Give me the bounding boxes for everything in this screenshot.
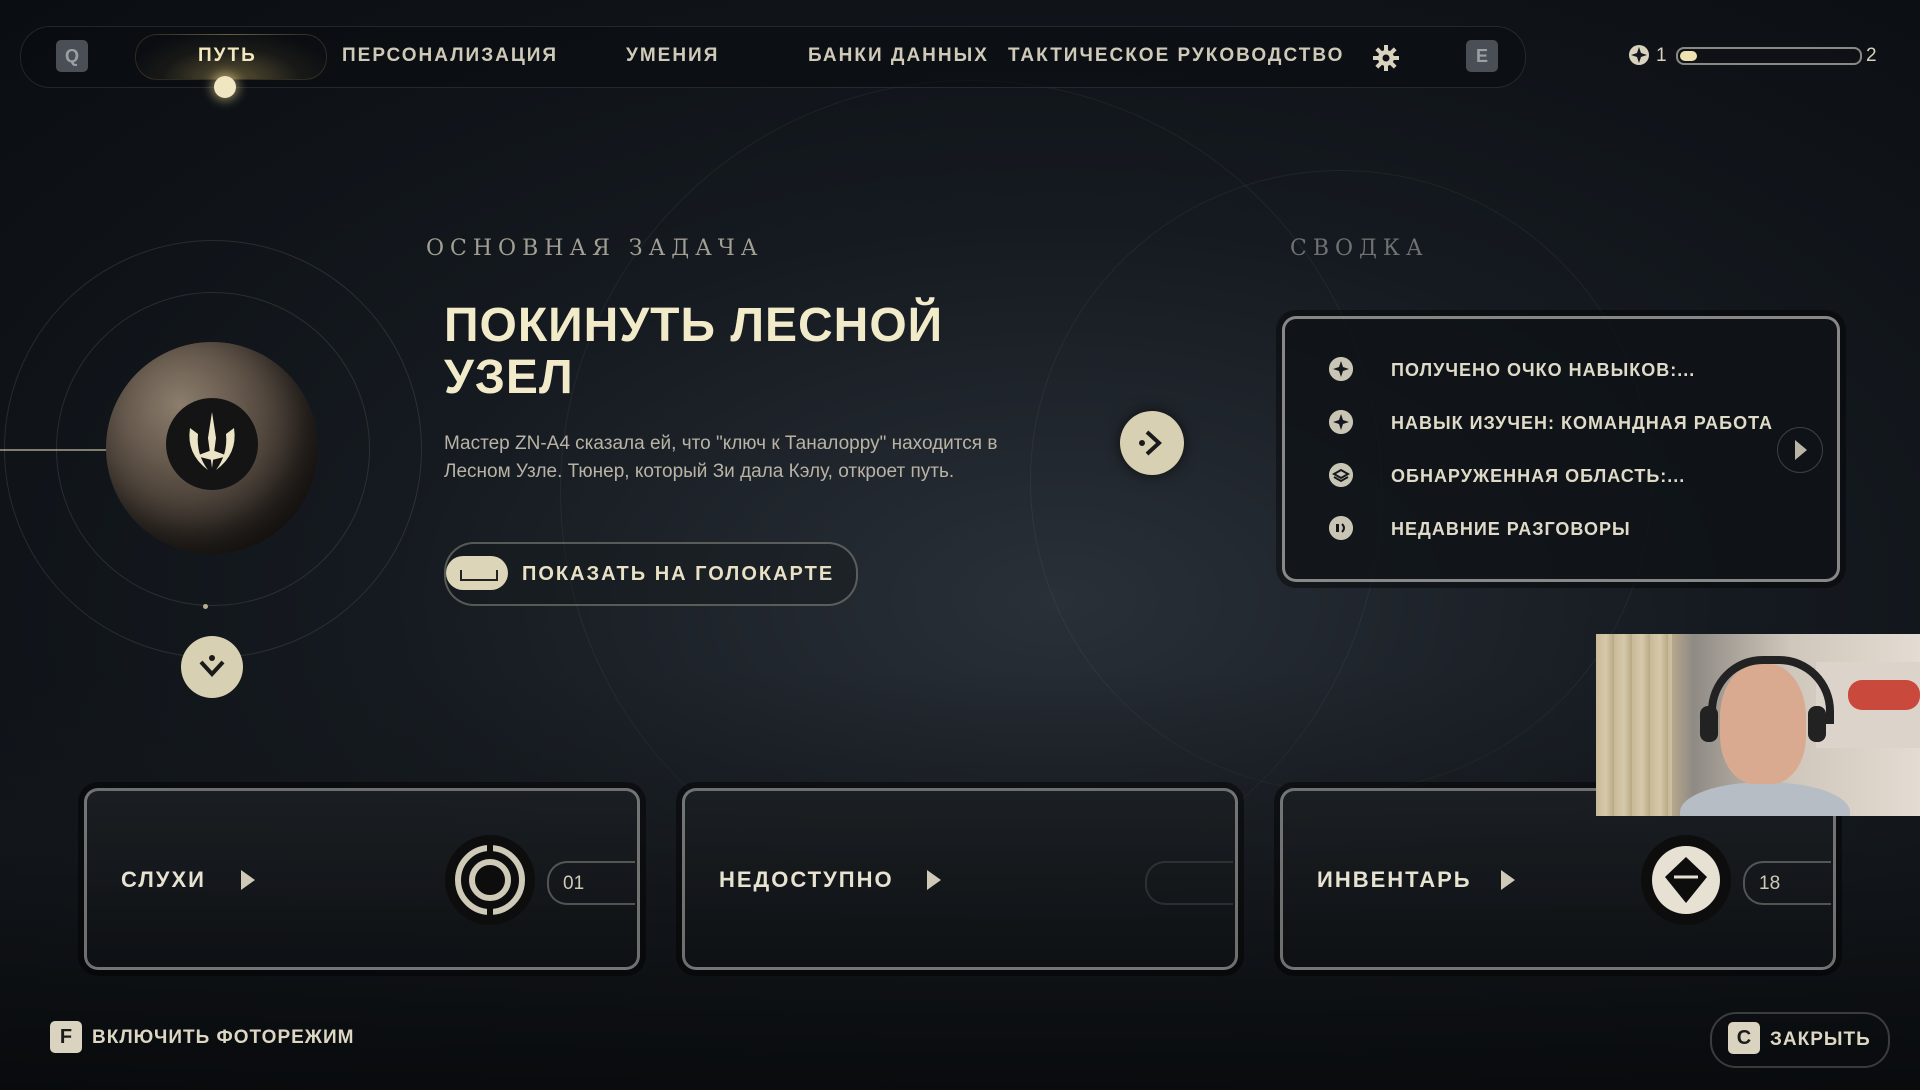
rumors-count: 01 [547, 861, 635, 905]
chevron-right-icon [1501, 870, 1515, 890]
card-title: НЕДОСТУПНО [719, 867, 894, 892]
inventory-count: 18 [1743, 861, 1831, 905]
skill-point-icon [1329, 357, 1353, 381]
objective-description: Мастер ZN-A4 сказала ей, что "ключ к Тан… [444, 433, 998, 482]
tab-databank[interactable]: БАНКИ ДАННЫХ [808, 45, 989, 67]
photo-mode-key[interactable]: F [50, 1021, 82, 1053]
level-next: 2 [1866, 45, 1877, 66]
unavailable-count [1145, 861, 1233, 905]
gear-icon[interactable] [1372, 44, 1400, 72]
inventory-gem-icon [1641, 835, 1731, 925]
active-tab-indicator [214, 76, 236, 98]
level-progress-bar [1676, 47, 1862, 65]
rumors-icon [445, 835, 535, 925]
chevron-right-icon [927, 870, 941, 890]
tab-tactical-guide[interactable]: ТАКТИЧЕСКОЕ РУКОВОДСТВО [1008, 45, 1344, 67]
chevron-down-icon [199, 655, 225, 677]
tab-path[interactable]: ПУТЬ [198, 45, 257, 67]
show-on-holomap-button[interactable]: ПОКАЗАТЬ НА ГОЛОКАРТЕ [444, 542, 858, 606]
next-tab-key[interactable]: E [1466, 40, 1498, 72]
skill-point-icon [1329, 410, 1353, 434]
next-objective-button[interactable] [1120, 411, 1184, 475]
skill-point-icon [1629, 45, 1649, 65]
level-progress-fill [1680, 51, 1697, 61]
summary-more-button[interactable] [1777, 427, 1823, 473]
close-label: ЗАКРЫТЬ [1770, 1029, 1871, 1050]
scroll-down-button[interactable] [181, 636, 243, 698]
jedi-order-emblem-icon [189, 412, 235, 470]
objective-title: ПОКИНУТЬ ЛЕСНОЙ УЗЕЛ [444, 299, 944, 404]
chevron-right-icon [241, 870, 255, 890]
card-title: ИНВЕНТАРЬ [1317, 867, 1472, 892]
prev-tab-key[interactable]: Q [56, 40, 88, 72]
level-current: 1 [1656, 45, 1667, 66]
curtain [1596, 634, 1672, 816]
planet-emblem [166, 398, 258, 490]
headphone-cup [1808, 706, 1826, 742]
summary-item-text: ОБНАРУЖЕННАЯ ОБЛАСТЬ:... [1391, 466, 1686, 486]
person-shirt [1680, 782, 1850, 816]
conversation-icon [1329, 516, 1353, 540]
tab-customization[interactable]: ПЕРСОНАЛИЗАЦИЯ [342, 45, 558, 67]
close-key: C [1728, 1022, 1760, 1054]
orbit-dot [203, 604, 208, 609]
spacebar-key-icon [446, 556, 508, 590]
summary-panel: ПОЛУЧЕНО ОЧКО НАВЫКОВ:... НАВЫК ИЗУЧЕН: … [1282, 316, 1840, 582]
chevron-right-icon [1139, 430, 1162, 456]
chevron-right-icon [1795, 440, 1807, 460]
card-title: СЛУХИ [121, 867, 206, 892]
tab-skills[interactable]: УМЕНИЯ [626, 45, 719, 67]
summary-label: СВОДКА [1290, 236, 1429, 261]
area-icon [1329, 463, 1353, 487]
photo-mode-label[interactable]: ВКЛЮЧИТЬ ФОТОРЕЖИМ [92, 1027, 354, 1049]
holomap-button-label: ПОКАЗАТЬ НА ГОЛОКАРТЕ [522, 563, 835, 585]
webcam-overlay [1596, 634, 1920, 816]
toy-car [1848, 680, 1920, 710]
summary-item-text: ПОЛУЧЕНО ОЧКО НАВЫКОВ:... [1391, 360, 1696, 380]
headphone-cup [1700, 706, 1718, 742]
unavailable-card[interactable]: НЕДОСТУПНО [682, 788, 1238, 970]
close-button[interactable]: C ЗАКРЫТЬ [1710, 1012, 1890, 1068]
summary-item-text: НАВЫК ИЗУЧЕН: КОМАНДНАЯ РАБОТА [1391, 413, 1773, 433]
rumors-card[interactable]: СЛУХИ 01 [84, 788, 640, 970]
objective-label: ОСНОВНАЯ ЗАДАЧА [426, 236, 764, 261]
summary-item-text: НЕДАВНИЕ РАЗГОВОРЫ [1391, 519, 1631, 539]
